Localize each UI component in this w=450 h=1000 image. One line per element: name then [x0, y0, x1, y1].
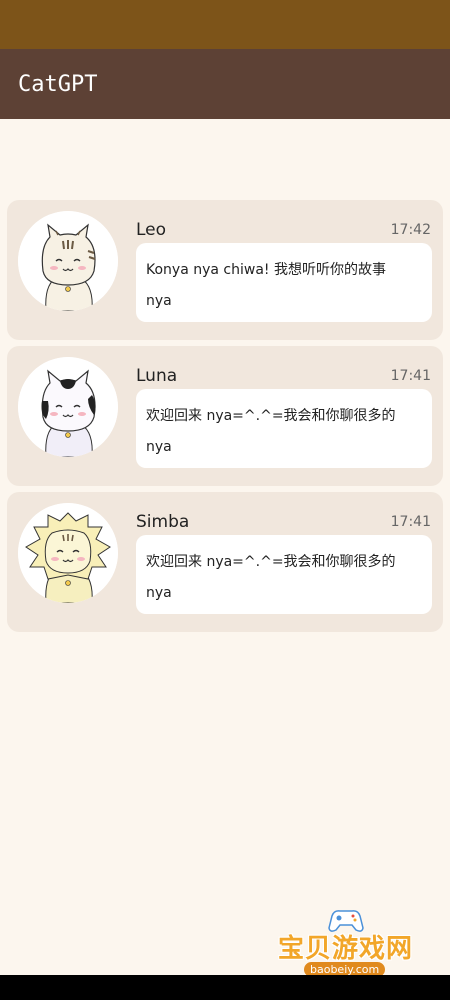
- watermark: 宝贝游戏网 baobeiy.com: [270, 906, 420, 986]
- lion-cat-avatar-icon: [18, 503, 118, 603]
- message-text-line: nya: [146, 585, 172, 601]
- message-text-line: Konya nya chiwa! 我想听听你的故事: [146, 262, 386, 278]
- chat-name: Simba: [136, 512, 190, 532]
- chat-time: 17:41: [390, 514, 431, 530]
- chat-time: 17:42: [390, 222, 431, 238]
- chat-item-leo[interactable]: Leo 17:42 Konya nya chiwa! 我想听听你的故事 nya: [7, 200, 443, 340]
- chat-item-luna[interactable]: Luna 17:41 欢迎回来 nya=^.^=我会和你聊很多的 nya: [7, 346, 443, 486]
- chat-time: 17:41: [390, 368, 431, 384]
- chat-name: Leo: [136, 220, 167, 240]
- tabby-cat-avatar-icon: [18, 211, 118, 311]
- message-text-line: nya: [146, 293, 172, 309]
- calico-cat-avatar-icon: [18, 357, 118, 457]
- message-text-line: 欢迎回来 nya=^.^=我会和你聊很多的: [146, 554, 396, 570]
- message-bubble: Konya nya chiwa! 我想听听你的故事 nya: [136, 243, 432, 322]
- chat-item-simba[interactable]: Simba 17:41 欢迎回来 nya=^.^=我会和你聊很多的 nya: [7, 492, 443, 632]
- message-text-line: 欢迎回来 nya=^.^=我会和你聊很多的: [146, 408, 396, 424]
- message-bubble: 欢迎回来 nya=^.^=我会和你聊很多的 nya: [136, 389, 432, 468]
- navigation-bar: [0, 975, 450, 1000]
- message-text-line: nya: [146, 439, 172, 455]
- message-bubble: 欢迎回来 nya=^.^=我会和你聊很多的 nya: [136, 535, 432, 614]
- watermark-text: 宝贝游戏网: [278, 934, 414, 964]
- chat-name: Luna: [136, 366, 178, 386]
- chat-list: Leo 17:42 Konya nya chiwa! 我想听听你的故事 nya: [0, 0, 450, 1000]
